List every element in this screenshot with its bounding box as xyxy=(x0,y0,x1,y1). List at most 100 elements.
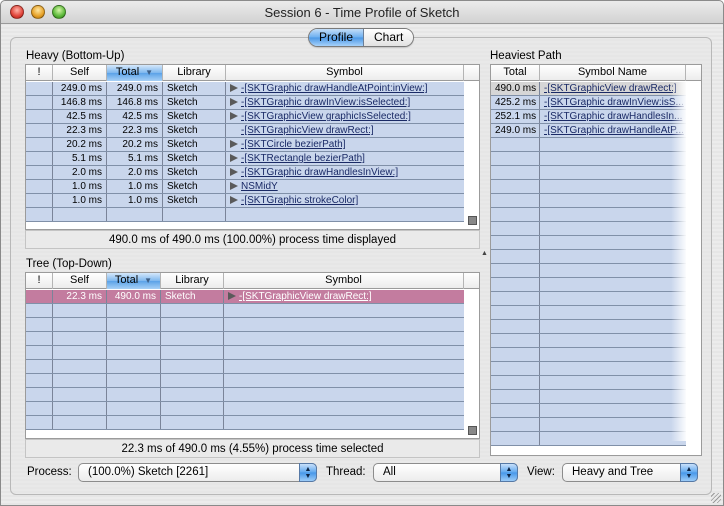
table-row[interactable]: 22.3 ms 22.3 ms Sketch -[SKTGraphicView dra… xyxy=(26,124,464,138)
column-header-self[interactable]: Self xyxy=(53,273,107,289)
symbol-link[interactable]: NSMidY xyxy=(241,181,278,192)
symbol-link[interactable]: -[SKTGraphic drawHandlesIn... xyxy=(544,111,682,122)
total-cell xyxy=(491,236,540,249)
disclosure-triangle-icon[interactable] xyxy=(230,84,238,92)
library-cell: Sketch xyxy=(163,138,226,151)
symbol-cell xyxy=(540,264,686,277)
column-header-self[interactable]: Self xyxy=(53,65,107,81)
table-row[interactable]: 249.0 ms 249.0 ms Sketch -[SKTGraphic drawH… xyxy=(26,82,464,96)
table-row[interactable]: 22.3 ms 490.0 ms Sketch -[SKTGraphicView dr… xyxy=(26,290,464,304)
table-row[interactable]: 1.0 ms 1.0 ms Sketch NSMidY xyxy=(26,180,464,194)
total-cell xyxy=(491,320,540,333)
symbol-cell: -[SKTGraphic drawHandleAtP... xyxy=(540,124,686,137)
symbol-link[interactable]: -[SKTGraphicView graphicIsSelected:] xyxy=(241,111,411,122)
total-cell xyxy=(491,250,540,263)
symbol-link[interactable]: -[SKTGraphicView drawRect:] xyxy=(544,83,677,94)
disclosure-triangle-icon[interactable] xyxy=(230,182,238,190)
path-row[interactable]: 252.1 ms -[SKTGraphic drawHandlesIn... xyxy=(491,110,686,124)
empty-row xyxy=(491,138,686,152)
tab-profile[interactable]: Profile xyxy=(309,29,365,46)
thread-popup[interactable]: All ▲ ▼ xyxy=(373,463,518,482)
disclosure-triangle-icon[interactable] xyxy=(230,112,238,120)
table-row[interactable]: 42.5 ms 42.5 ms Sketch -[SKTGraphicView gra… xyxy=(26,110,464,124)
process-popup[interactable]: (100.0%) Sketch [2261] ▲ ▼ xyxy=(78,463,317,482)
symbol-link[interactable]: -[SKTGraphic drawInView:isS... xyxy=(544,97,684,108)
tree-table-header: ! Self Total ▼ Library Symbol xyxy=(26,273,479,289)
symbol-link[interactable]: -[SKTCircle bezierPath] xyxy=(241,139,345,150)
library-cell xyxy=(161,346,224,359)
library-cell: Sketch xyxy=(163,82,226,95)
total-cell xyxy=(491,292,540,305)
empty-row xyxy=(491,376,686,390)
total-cell: 22.3 ms xyxy=(107,124,163,137)
self-cell: 1.0 ms xyxy=(53,180,107,193)
disclosure-triangle-icon[interactable] xyxy=(230,140,238,148)
self-cell: 22.3 ms xyxy=(53,290,107,303)
symbol-link[interactable]: -[SKTGraphic strokeColor] xyxy=(241,195,358,206)
table-row[interactable]: 20.2 ms 20.2 ms Sketch -[SKTCircle bezierPa… xyxy=(26,138,464,152)
symbol-cell xyxy=(226,208,464,221)
symbol-cell xyxy=(540,376,686,389)
flag-cell xyxy=(26,416,53,429)
column-header-total[interactable]: Total ▼ xyxy=(107,273,161,289)
column-header-flag[interactable]: ! xyxy=(26,65,53,81)
path-row[interactable]: 249.0 ms -[SKTGraphic drawHandleAtP... xyxy=(491,124,686,138)
empty-row xyxy=(491,320,686,334)
symbol-link[interactable]: -[SKTRectangle bezierPath] xyxy=(241,153,365,164)
path-row[interactable]: 425.2 ms -[SKTGraphic drawInView:isS... xyxy=(491,96,686,110)
updown-arrows-icon: ▲ ▼ xyxy=(500,463,518,482)
library-cell: Sketch xyxy=(161,290,224,303)
column-header-flag[interactable]: ! xyxy=(26,273,53,289)
total-cell xyxy=(491,390,540,403)
column-header-library[interactable]: Library xyxy=(161,273,224,289)
heavy-table[interactable]: ! Self Total ▼ Library Symbol 249.0 ms 249… xyxy=(25,64,480,230)
sort-descending-icon: ▼ xyxy=(144,276,153,285)
resize-grip-icon[interactable] xyxy=(468,426,477,435)
heaviest-path-table[interactable]: Total Symbol Name 490.0 ms -[SKTGraphicVi… xyxy=(490,64,702,456)
heaviest-path-label: Heaviest Path xyxy=(490,50,562,62)
window-resize-handle[interactable] xyxy=(711,493,721,503)
symbol-cell xyxy=(540,362,686,375)
symbol-cell xyxy=(224,304,464,317)
symbol-cell xyxy=(540,348,686,361)
view-popup[interactable]: Heavy and Tree ▲ ▼ xyxy=(562,463,698,482)
resize-grip-icon[interactable] xyxy=(468,216,477,225)
disclosure-triangle-icon[interactable] xyxy=(230,154,238,162)
tab-chart[interactable]: Chart xyxy=(364,29,414,46)
table-row[interactable]: 146.8 ms 146.8 ms Sketch -[SKTGraphic drawI… xyxy=(26,96,464,110)
symbol-link[interactable]: -[SKTGraphicView drawRect:] xyxy=(239,291,372,302)
table-row[interactable]: 5.1 ms 5.1 ms Sketch -[SKTRectangle bezierP… xyxy=(26,152,464,166)
disclosure-triangle-icon[interactable] xyxy=(228,292,236,300)
empty-row xyxy=(26,332,464,346)
symbol-cell xyxy=(540,250,686,263)
total-cell xyxy=(491,264,540,277)
column-header-total-label: Total xyxy=(115,66,140,78)
disclosure-triangle-icon[interactable] xyxy=(230,168,238,176)
tree-table[interactable]: ! Self Total ▼ Library Symbol 22.3 ms 490.… xyxy=(25,272,480,439)
self-cell xyxy=(53,304,107,317)
disclosure-triangle-icon[interactable] xyxy=(230,196,238,204)
disclosure-triangle-icon[interactable] xyxy=(230,98,238,106)
symbol-cell xyxy=(540,306,686,319)
symbol-cell: -[SKTGraphicView drawRect:] xyxy=(224,290,464,303)
empty-row xyxy=(491,180,686,194)
path-row[interactable]: 490.0 ms -[SKTGraphicView drawRect:] xyxy=(491,82,686,96)
column-header-library[interactable]: Library xyxy=(163,65,226,81)
heavy-section-label: Heavy (Bottom-Up) xyxy=(26,50,125,62)
column-header-symbol-name[interactable]: Symbol Name xyxy=(540,65,686,81)
symbol-link[interactable]: -[SKTGraphicView drawRect:] xyxy=(241,125,374,136)
splitter-handle-icon[interactable]: ▲ xyxy=(481,250,488,257)
symbol-link[interactable]: -[SKTGraphic drawHandleAtP... xyxy=(544,125,684,136)
column-header-symbol[interactable]: Symbol xyxy=(226,65,464,81)
column-header-total[interactable]: Total ▼ xyxy=(107,65,163,81)
table-row[interactable]: 1.0 ms 1.0 ms Sketch -[SKTGraphic strokeCol… xyxy=(26,194,464,208)
column-header-symbol[interactable]: Symbol xyxy=(224,273,464,289)
self-cell: 249.0 ms xyxy=(53,82,107,95)
window-title: Session 6 - Time Profile of Sketch xyxy=(264,5,460,20)
column-header-total[interactable]: Total xyxy=(491,65,540,81)
symbol-link[interactable]: -[SKTGraphic drawHandleAtPoint:inView:] xyxy=(241,83,428,94)
symbol-link[interactable]: -[SKTGraphic drawHandlesInView:] xyxy=(241,167,398,178)
symbol-cell xyxy=(540,166,686,179)
table-row[interactable]: 2.0 ms 2.0 ms Sketch -[SKTGraphic drawHandl… xyxy=(26,166,464,180)
symbol-link[interactable]: -[SKTGraphic drawInView:isSelected:] xyxy=(241,97,410,108)
